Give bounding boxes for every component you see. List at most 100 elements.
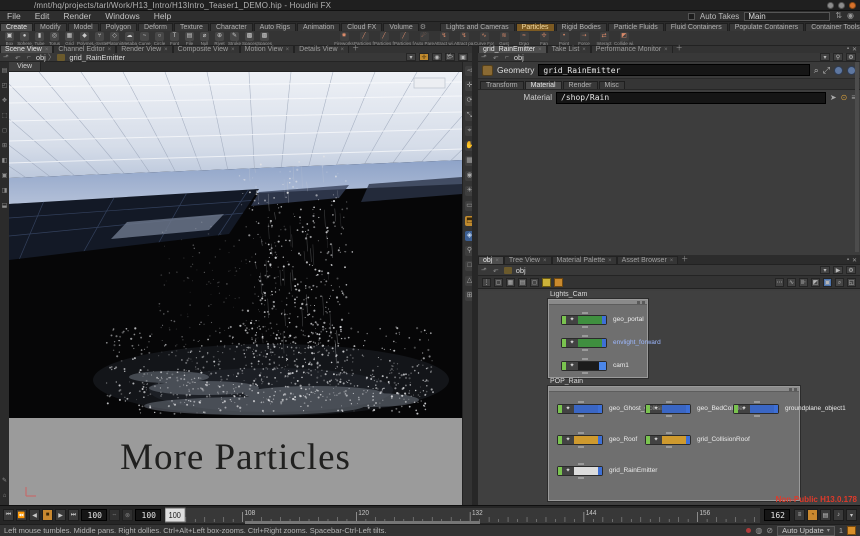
tab-close-icon[interactable]: ×: [286, 47, 290, 53]
shelf-tab[interactable]: Auto Rigs: [254, 23, 296, 31]
pane-close-icon[interactable]: ✕: [852, 257, 857, 264]
menu-item[interactable]: Windows: [98, 11, 146, 21]
nav-forward-icon[interactable]: ⬐: [490, 266, 502, 274]
path-node[interactable]: grid_RainEmitter: [67, 53, 127, 62]
network-node[interactable]: ✦: [557, 435, 603, 445]
tab-close-icon[interactable]: ×: [664, 47, 668, 53]
node-name-field[interactable]: grid_RainEmitter: [538, 64, 809, 76]
shelf-tool[interactable]: ▩ Spacesh.: [242, 32, 257, 46]
folder-icon[interactable]: [542, 278, 551, 287]
pane-maximize-icon[interactable]: ▪: [847, 257, 849, 264]
node-output-stub[interactable]: [666, 415, 672, 417]
network-path[interactable]: obj: [514, 266, 528, 275]
pane-tab[interactable]: Performance Monitor ×: [591, 45, 673, 53]
shelf-tool[interactable]: ↯ Attract wi.: [434, 32, 454, 46]
character-icon[interactable]: 𐂂: [445, 53, 455, 61]
pane-close-icon[interactable]: ✕: [852, 46, 857, 53]
maximize-button[interactable]: [838, 2, 845, 9]
node-render-flag[interactable]: [598, 467, 602, 475]
network-box-lights-cam[interactable]: Lights_Cam ✦: [548, 299, 648, 378]
shelf-tool[interactable]: ⇄ Interact: [594, 32, 614, 46]
shelf-tool[interactable]: ☁ Metaball: [122, 32, 137, 46]
color-palette-icon[interactable]: ◩: [811, 278, 820, 287]
realtime-toggle-icon[interactable]: ◔: [807, 509, 818, 521]
shelf-tab[interactable]: Animation: [297, 23, 340, 31]
network-node[interactable]: ✦: [645, 404, 691, 414]
node-input-stub[interactable]: [582, 335, 588, 337]
shelf-tool[interactable]: ◎ Torus: [47, 32, 62, 46]
nav-up-icon[interactable]: ⌐: [502, 54, 512, 61]
tab-close-icon[interactable]: ×: [495, 258, 499, 264]
node-render-flag[interactable]: [598, 436, 602, 444]
menu-item[interactable]: File: [0, 11, 28, 21]
node-output-stub[interactable]: [578, 446, 584, 448]
tab-close-icon[interactable]: ×: [543, 258, 547, 264]
playback-options-icon[interactable]: ≡: [794, 509, 805, 521]
shelf-tool[interactable]: ≈ Drag: [514, 32, 534, 46]
toolbar-icon[interactable]: ◨: [2, 188, 8, 194]
nav-back-icon[interactable]: ⬏: [478, 53, 490, 61]
node-render-flag[interactable]: [599, 362, 606, 370]
toolbar-icon[interactable]: ◧: [2, 158, 8, 164]
shelf-tool[interactable]: ● Sphere: [17, 32, 32, 46]
shelf-tool[interactable]: ▦ Grid: [62, 32, 77, 46]
node-input-stub[interactable]: [578, 401, 584, 403]
shelf-tool[interactable]: ↯ Attract pa.: [454, 32, 474, 46]
node-input-stub[interactable]: [666, 432, 672, 434]
network-box-pop-rain[interactable]: POP_Rain ✦: [548, 386, 800, 501]
pane-tab[interactable]: Composite View ×: [173, 45, 240, 53]
node-input-stub[interactable]: [582, 312, 588, 314]
pane-tab[interactable]: Material Palette ×: [552, 256, 617, 264]
path-dropdown-icon[interactable]: ▾: [820, 266, 830, 274]
prev-keyframe-button[interactable]: ⏪: [16, 509, 27, 521]
shelf-tab[interactable]: Lights and Cameras: [440, 23, 515, 31]
shelf-tool[interactable]: ▤ File: [182, 32, 197, 46]
toolbar-icon[interactable]: ⬓: [2, 203, 8, 209]
node-output-stub[interactable]: [578, 415, 584, 417]
pane-tab[interactable]: Take List ×: [547, 45, 591, 53]
view-tab[interactable]: View: [9, 62, 41, 71]
pin-icon[interactable]: ⚲: [833, 53, 843, 61]
shelf-tool[interactable]: ∿ Curve Force: [474, 32, 494, 46]
shelf-gear-icon[interactable]: ⚙: [420, 23, 426, 31]
tab-close-icon[interactable]: ×: [608, 258, 612, 264]
play-flipbook-icon[interactable]: ▶: [833, 266, 843, 274]
shelf-tool[interactable]: ~ Curve: [137, 32, 152, 46]
nav-back-icon[interactable]: ⬏: [0, 53, 12, 61]
nav-forward-icon[interactable]: ⬐: [490, 53, 502, 61]
parameter-tab[interactable]: Transform: [480, 81, 524, 89]
toolbar-icon[interactable]: ⬚: [2, 113, 8, 119]
network-node[interactable]: ✦: [561, 315, 607, 325]
range-end-field[interactable]: 162: [764, 509, 790, 521]
menu-item[interactable]: Render: [56, 11, 98, 21]
pane-tab[interactable]: Details View ×: [294, 45, 349, 53]
shelf-tab[interactable]: Character: [210, 23, 253, 31]
node-output-stub[interactable]: [582, 372, 588, 374]
shelf-tab[interactable]: Fluid Containers: [665, 23, 728, 31]
shelf-tool[interactable]: ╱ Particles f.: [374, 32, 394, 46]
pane-tab[interactable]: Tree View ×: [504, 256, 552, 264]
shelf-tool[interactable]: ◇ Platonic: [107, 32, 122, 46]
node-render-flag[interactable]: [686, 405, 690, 413]
node-output-stub[interactable]: [666, 446, 672, 448]
wire-style-icon[interactable]: ∿: [787, 278, 796, 287]
parameter-tab[interactable]: Misc: [599, 81, 625, 89]
dopesheet-icon[interactable]: ▤: [820, 509, 831, 521]
shelf-tab[interactable]: Particle Fluids: [608, 23, 664, 31]
tab-close-icon[interactable]: ×: [231, 47, 235, 53]
network-node[interactable]: ✦: [557, 466, 603, 476]
pane-maximize-icon[interactable]: ▪: [847, 46, 849, 53]
message-log-icon[interactable]: ◍: [755, 527, 762, 535]
take-new-icon[interactable]: ◉: [847, 12, 854, 20]
shelf-tab[interactable]: Particles: [516, 23, 555, 31]
range-limit-icon[interactable]: ⊗: [122, 509, 133, 521]
shelf-tool[interactable]: T Font: [167, 32, 182, 46]
network-node[interactable]: ✦: [561, 361, 607, 371]
toolbar-icon[interactable]: ✥: [2, 98, 7, 104]
node-input-stub[interactable]: [666, 401, 672, 403]
network-box-icon[interactable]: ▣: [823, 278, 832, 287]
shelf-tab[interactable]: Modify: [34, 23, 67, 31]
shelf-tool[interactable]: ☄ Auto Paren.: [414, 32, 434, 46]
network-node[interactable]: ✦: [561, 338, 607, 348]
path-root[interactable]: obj: [34, 53, 48, 62]
